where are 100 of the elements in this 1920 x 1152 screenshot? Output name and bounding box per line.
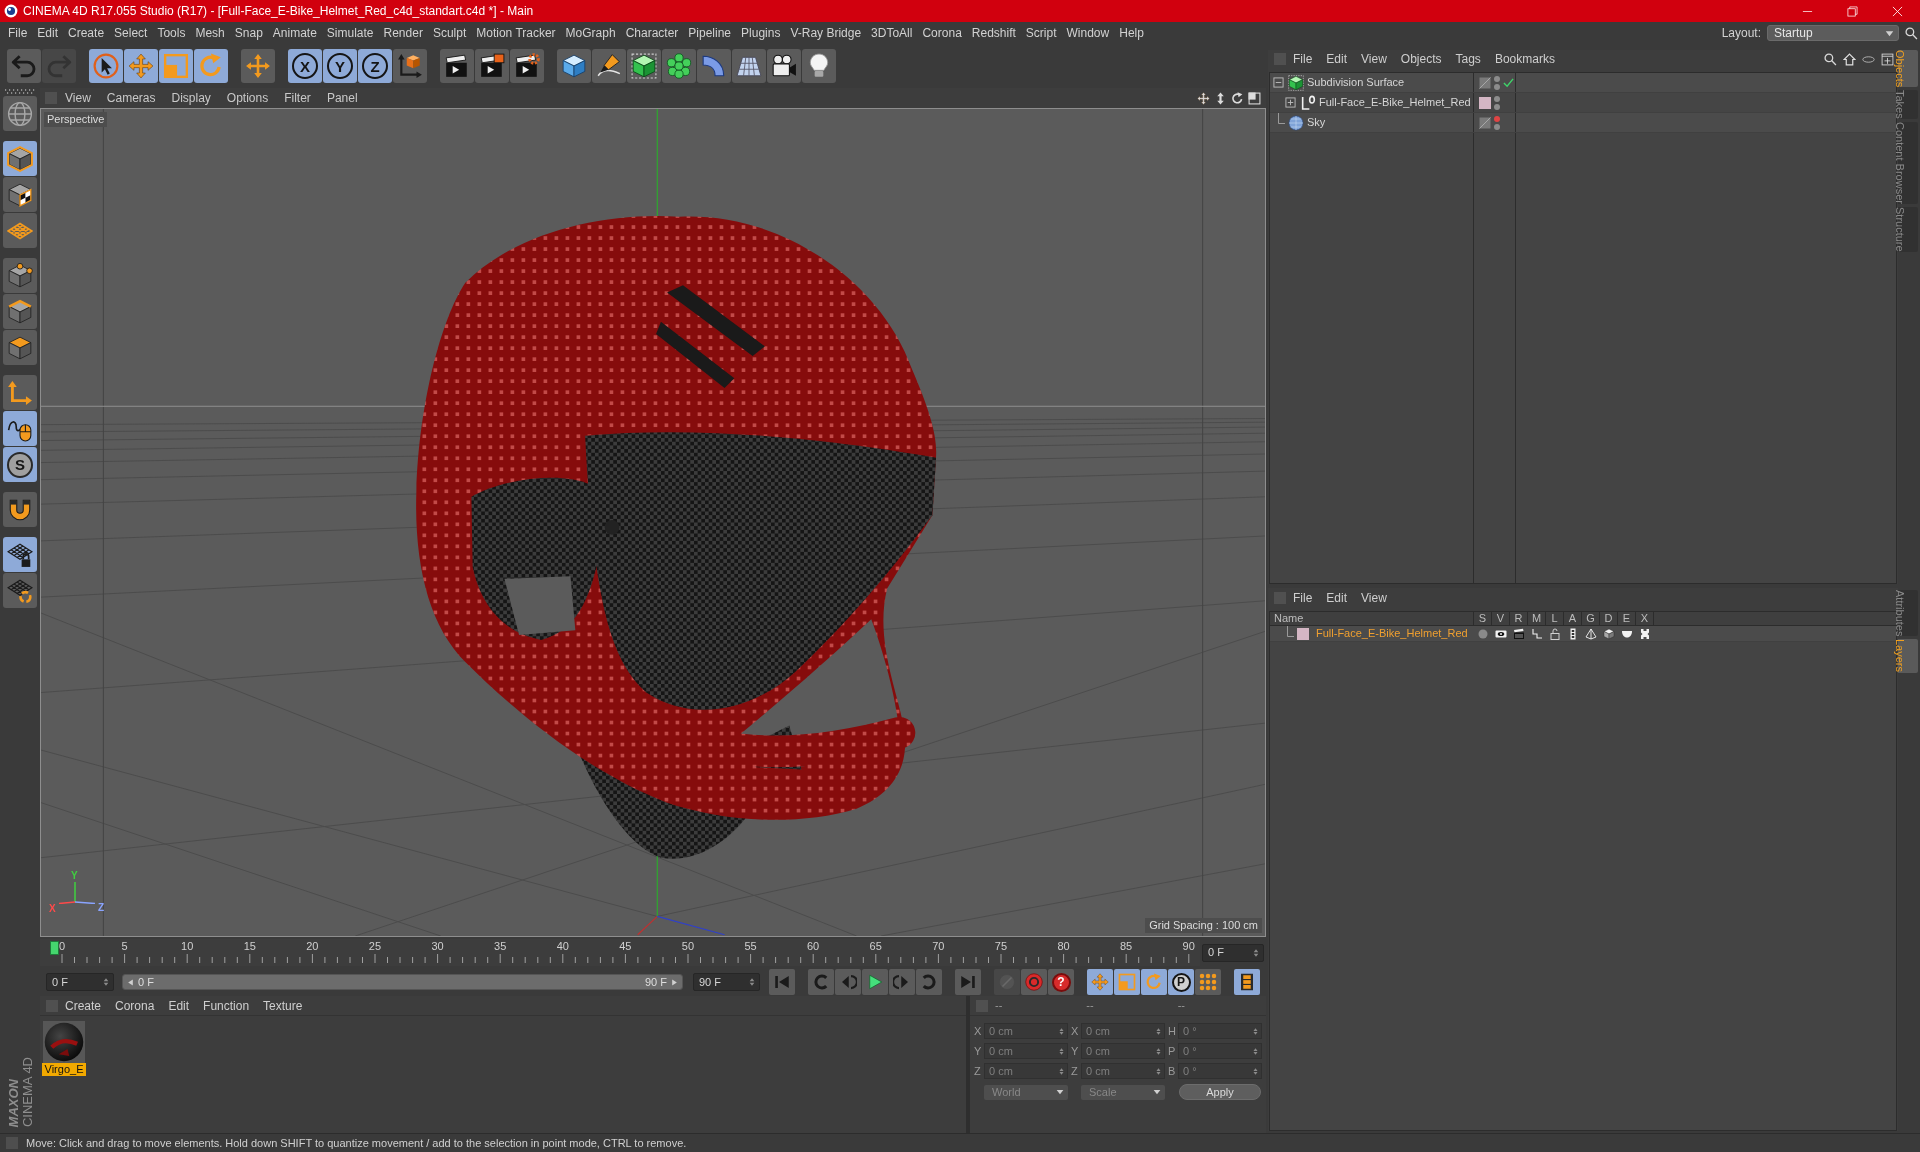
layer-color-icon[interactable] [1479, 96, 1491, 109]
column-header[interactable]: R [1510, 612, 1528, 625]
point-level-button[interactable] [1195, 969, 1221, 995]
material-name[interactable]: Virgo_E [42, 1063, 86, 1076]
cloner-button[interactable] [662, 49, 696, 83]
column-header[interactable]: Name [1270, 612, 1474, 625]
menu-item[interactable]: Cameras [98, 89, 164, 107]
menu-item[interactable]: Panel [318, 89, 366, 107]
column-header[interactable]: L [1546, 612, 1564, 625]
make-editable-button[interactable] [3, 96, 37, 131]
column-header[interactable]: X [1636, 612, 1654, 625]
object-name[interactable]: Subdivision Surface [1307, 74, 1405, 91]
menu-item[interactable]: Simulate [321, 24, 379, 42]
plus-window-icon[interactable] [1881, 52, 1894, 66]
check-icon[interactable] [1503, 77, 1514, 88]
pen-button[interactable] [592, 49, 626, 83]
model-mode-button[interactable] [3, 141, 37, 176]
menu-item[interactable]: View [1354, 589, 1394, 607]
menu-item[interactable]: Display [163, 89, 219, 107]
menu-item[interactable]: Snap [229, 24, 268, 42]
menu-item[interactable]: Create [63, 24, 110, 42]
menu-item[interactable]: Edit [1319, 50, 1355, 68]
column-header[interactable]: E [1618, 612, 1636, 625]
render-settings-button[interactable] [510, 49, 544, 83]
menu-item[interactable]: View [1354, 50, 1394, 68]
start-frame-field[interactable]: 0 F [46, 973, 114, 991]
render-picture-button[interactable] [475, 49, 509, 83]
timeline-button[interactable] [1234, 969, 1260, 995]
menu-item[interactable]: Script [1020, 24, 1062, 42]
rotate-arrow-icon[interactable] [1231, 91, 1244, 105]
visibility-dot-icon[interactable] [1494, 75, 1500, 82]
plus-box-icon[interactable] [1284, 97, 1296, 108]
menu-item[interactable]: Function [196, 996, 257, 1015]
menu-item[interactable]: File [1286, 50, 1320, 68]
menu-item[interactable]: Mesh [190, 24, 230, 42]
move-arrows-icon[interactable] [1197, 91, 1210, 105]
menu-item[interactable]: Pipeline [683, 24, 737, 42]
menu-item[interactable]: File [3, 24, 33, 42]
search-icon[interactable] [1905, 26, 1918, 40]
object-name[interactable]: Sky [1307, 114, 1326, 131]
menu-item[interactable]: Edit [32, 24, 64, 42]
menu-item[interactable]: Edit [1319, 589, 1355, 607]
parameter-key-button[interactable]: P [1168, 969, 1194, 995]
time-range-slider[interactable]: 0 F 90 F [122, 974, 683, 990]
menu-item[interactable]: Window [1061, 24, 1115, 42]
panel-tab[interactable]: Structure [1898, 207, 1918, 252]
visibility-dot-icon[interactable] [1494, 115, 1500, 122]
clapperboard-icon[interactable] [1513, 627, 1525, 640]
undo-button[interactable] [7, 49, 41, 83]
deformer-cube-icon[interactable] [1603, 627, 1615, 640]
hierarchy-icon[interactable] [1531, 627, 1543, 640]
deformer-button[interactable] [697, 49, 731, 83]
apply-button[interactable]: Apply [1179, 1084, 1261, 1100]
menu-item[interactable]: Create [58, 996, 109, 1015]
camera-button[interactable] [767, 49, 801, 83]
workplane-rotate-button[interactable] [3, 573, 37, 608]
subdivision-button[interactable] [627, 49, 661, 83]
column-header[interactable]: M [1528, 612, 1546, 625]
cube-button[interactable] [557, 49, 591, 83]
xref-icon[interactable] [1639, 627, 1651, 640]
column-header[interactable]: A [1564, 612, 1582, 625]
column-header[interactable]: V [1492, 612, 1510, 625]
live-selection-button[interactable] [89, 49, 123, 83]
go-to-end-button[interactable] [955, 969, 981, 995]
render-view-button[interactable] [440, 49, 474, 83]
menu-item[interactable]: View [57, 89, 99, 107]
menu-item[interactable]: 3DToAll [866, 24, 918, 42]
panel-tab[interactable]: Takes [1898, 90, 1918, 120]
menu-item[interactable]: Bookmarks [1487, 50, 1562, 68]
visibility-dot-icon[interactable] [1494, 95, 1500, 102]
autokey-button[interactable] [1021, 969, 1047, 995]
menu-item[interactable]: Options [218, 89, 277, 107]
edges-mode-button[interactable] [3, 294, 37, 329]
open-lock-icon[interactable] [1549, 627, 1561, 640]
menu-item[interactable]: Corona [108, 996, 162, 1015]
panel-tab[interactable]: Attributes [1898, 590, 1918, 637]
play-button[interactable] [862, 969, 888, 995]
menu-item[interactable]: Help [1114, 24, 1149, 42]
menu-item[interactable]: Character [620, 24, 684, 42]
axis-lock-button[interactable]: Z [358, 49, 392, 83]
pyramid-icon[interactable] [1585, 627, 1597, 640]
menu-item[interactable]: Render [378, 24, 428, 42]
object-name[interactable]: Full-Face_E-Bike_Helmet_Red [1319, 94, 1471, 111]
end-frame-field[interactable]: 90 F [693, 973, 760, 991]
layout-dropdown[interactable]: Startup [1767, 25, 1899, 41]
menu-item[interactable]: Filter [276, 89, 319, 107]
workplane-lock-button[interactable] [3, 537, 37, 572]
menu-item[interactable]: Tools [152, 24, 191, 42]
playhead-marker[interactable] [50, 941, 59, 955]
menu-item[interactable]: Edit [161, 996, 197, 1015]
key-selection-button[interactable]: ? [1048, 969, 1074, 995]
visibility-dot-icon[interactable] [1494, 83, 1500, 90]
material-sphere-icon[interactable] [43, 1021, 85, 1063]
visibility-dot-icon[interactable] [1494, 103, 1500, 110]
menu-item[interactable]: Animate [267, 24, 322, 42]
last-tool-button[interactable] [241, 49, 275, 83]
current-frame-field[interactable]: 0 F [1202, 943, 1264, 962]
minus-box-icon[interactable] [1272, 77, 1284, 88]
menu-item[interactable]: Plugins [736, 24, 786, 42]
no-layer-icon[interactable] [1479, 76, 1491, 89]
